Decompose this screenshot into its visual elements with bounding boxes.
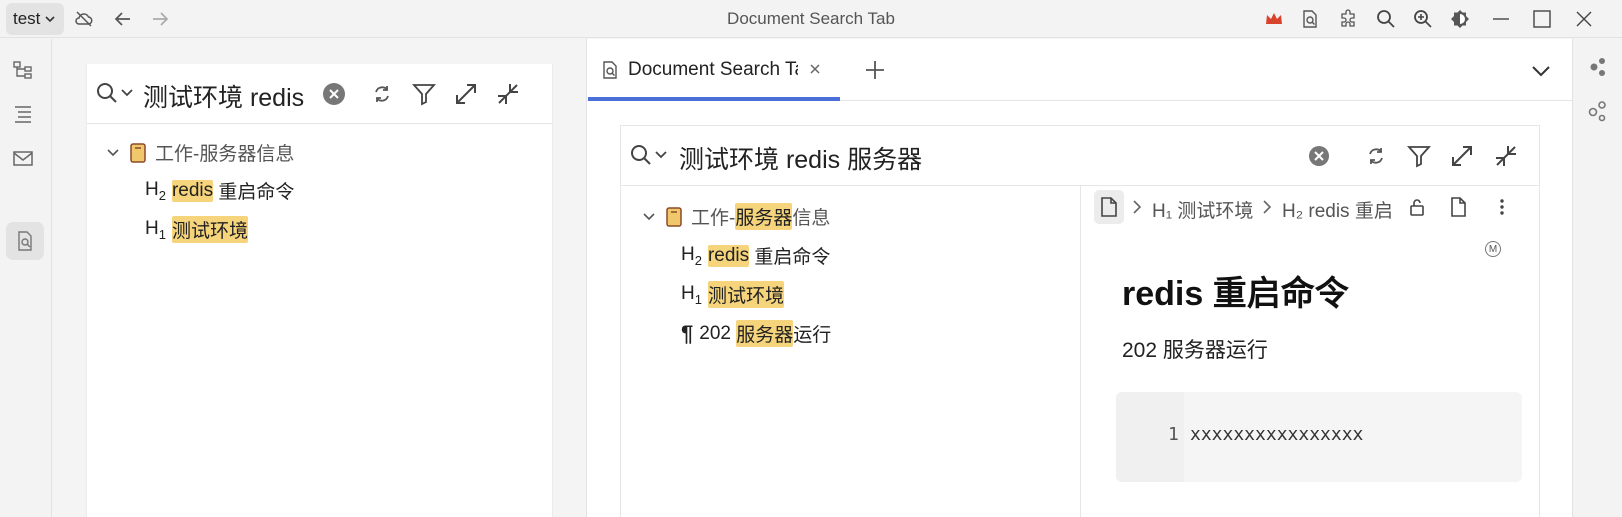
document-title-prefix: 工作- [691, 208, 736, 229]
right-dock [1572, 39, 1622, 517]
expand-icon[interactable] [453, 81, 479, 107]
tab-document-search[interactable]: Document Search Tab [588, 39, 840, 101]
new-tab-plus-icon[interactable] [863, 58, 887, 82]
close-window-icon[interactable] [1574, 9, 1594, 29]
notebook-icon [129, 142, 147, 164]
chevron-down-icon[interactable] [105, 145, 121, 161]
close-tab-icon[interactable] [808, 62, 822, 76]
search-input[interactable]: 测试环境 redis [143, 78, 304, 114]
chevron-right-icon [1260, 199, 1274, 215]
result-item[interactable]: ¶ 202 服务器 运行 [681, 320, 831, 347]
preview-heading: redis 重启命令 [1122, 275, 1349, 313]
match-highlight: 测试环境 [707, 281, 784, 308]
document-search-pane: 测试环境 redis 服务器 工作- 服务器 信息 H2 redis 重启命令 … [620, 125, 1540, 517]
search-icon[interactable] [1376, 9, 1396, 29]
code-block: 1 xxxxxxxxxxxxxxxx [1116, 392, 1522, 482]
outline-icon[interactable] [12, 103, 34, 125]
markdown-badge: M [1485, 241, 1501, 257]
graph-view-icon[interactable] [1587, 56, 1609, 78]
inbox-mail-icon[interactable] [12, 147, 34, 169]
chevron-down-icon[interactable] [653, 146, 669, 172]
clear-search-icon[interactable] [1306, 143, 1332, 169]
tab-label: Document Search Tab [628, 59, 798, 80]
chevron-down-icon[interactable] [119, 84, 135, 110]
collapse-icon[interactable] [1493, 143, 1519, 169]
filter-icon[interactable] [1406, 143, 1432, 169]
heading-level-marker: H2 [681, 243, 702, 268]
document-search-icon [600, 60, 620, 80]
search-bar: 测试环境 redis [87, 64, 552, 124]
match-highlight: 服务器 [735, 203, 793, 230]
minimize-icon[interactable] [1491, 9, 1511, 29]
left-dock [0, 39, 52, 517]
editor-area: Document Search Tab 测试环境 redis 服务器 工作- 服… [586, 39, 1572, 517]
theme-mode-icon[interactable] [1450, 9, 1470, 29]
result-text: 运行 [793, 325, 832, 346]
search-bar: 测试环境 redis 服务器 [621, 126, 1539, 186]
result-document[interactable]: 工作- 服务器 信息 [641, 203, 830, 230]
search-input[interactable]: 测试环境 redis 服务器 [679, 140, 922, 176]
tab-bar: Document Search Tab [587, 39, 1572, 101]
search-results: 工作- 服务器 信息 H2 redis 重启命令 H1 测试环境 ¶ 202 服… [621, 186, 1081, 517]
document-icon[interactable] [1094, 190, 1124, 224]
result-text: 重启命令 [213, 182, 295, 203]
document-title-suffix: 信息 [792, 208, 831, 229]
breadcrumb-heading-1[interactable]: H₁ 测试环境 [1152, 196, 1253, 223]
title-bar: test Document Search Tab [0, 0, 1622, 38]
clear-search-icon[interactable] [321, 81, 347, 107]
result-item[interactable]: H2 redis 重启命令 [145, 177, 294, 204]
zoom-in-icon[interactable] [1413, 9, 1433, 29]
result-item[interactable]: H2 redis 重启命令 [681, 242, 830, 269]
result-item[interactable]: H1 测试环境 [145, 216, 248, 243]
match-highlight: redis [171, 179, 214, 202]
match-highlight: 服务器 [736, 320, 794, 347]
collapse-icon[interactable] [495, 81, 521, 107]
heading-level-marker: H1 [681, 282, 702, 307]
chevron-down-icon[interactable] [641, 209, 657, 225]
code-line: xxxxxxxxxxxxxxxx [1190, 424, 1364, 445]
notebook-icon [665, 206, 683, 228]
more-options-icon[interactable] [1492, 197, 1512, 217]
match-highlight: redis [707, 244, 750, 267]
document-search-icon [14, 230, 36, 252]
chevron-down-icon[interactable] [1529, 59, 1553, 83]
breadcrumb-heading-2[interactable]: H₂ redis 重启 [1282, 196, 1392, 223]
match-highlight: 测试环境 [171, 216, 248, 243]
code-line-number: 1 [1168, 424, 1179, 445]
outline-tree-icon[interactable] [12, 59, 34, 81]
file-icon[interactable] [1448, 197, 1468, 217]
result-text: 重启命令 [749, 247, 831, 268]
filter-icon[interactable] [411, 81, 437, 107]
global-graph-icon[interactable] [1587, 100, 1609, 122]
expand-icon[interactable] [1449, 143, 1475, 169]
result-item[interactable]: H1 测试环境 [681, 281, 784, 308]
preview-toolbar: H₁ 测试环境 H₂ redis 重启 [1082, 186, 1540, 230]
crown-icon[interactable] [1264, 9, 1284, 29]
unlock-icon[interactable] [1407, 197, 1427, 217]
preview-panel: H₁ 测试环境 H₂ redis 重启 M redis 重启命令 202 服务器… [1082, 186, 1540, 517]
refresh-icon[interactable] [1363, 143, 1389, 169]
result-document[interactable]: 工作-服务器信息 [105, 139, 294, 166]
maximize-icon[interactable] [1532, 9, 1552, 29]
document-search-icon[interactable] [1300, 9, 1320, 29]
heading-level-marker: H2 [145, 178, 166, 203]
search-panel: 测试环境 redis 工作-服务器信息 H2 redis 重启命令 H1 测试环… [86, 64, 553, 517]
search-icon[interactable] [629, 143, 655, 169]
paragraph-marker: ¶ [681, 320, 694, 346]
result-text-prefix: 202 [699, 322, 737, 344]
search-icon[interactable] [95, 81, 121, 107]
preview-paragraph: 202 服务器运行 [1122, 339, 1268, 362]
heading-level-marker: H1 [145, 217, 166, 242]
document-title: 工作-服务器信息 [155, 144, 295, 165]
document-search-dock-button[interactable] [6, 222, 44, 260]
refresh-icon[interactable] [369, 81, 395, 107]
chevron-right-icon [1130, 199, 1144, 215]
plugin-icon[interactable] [1338, 9, 1358, 29]
